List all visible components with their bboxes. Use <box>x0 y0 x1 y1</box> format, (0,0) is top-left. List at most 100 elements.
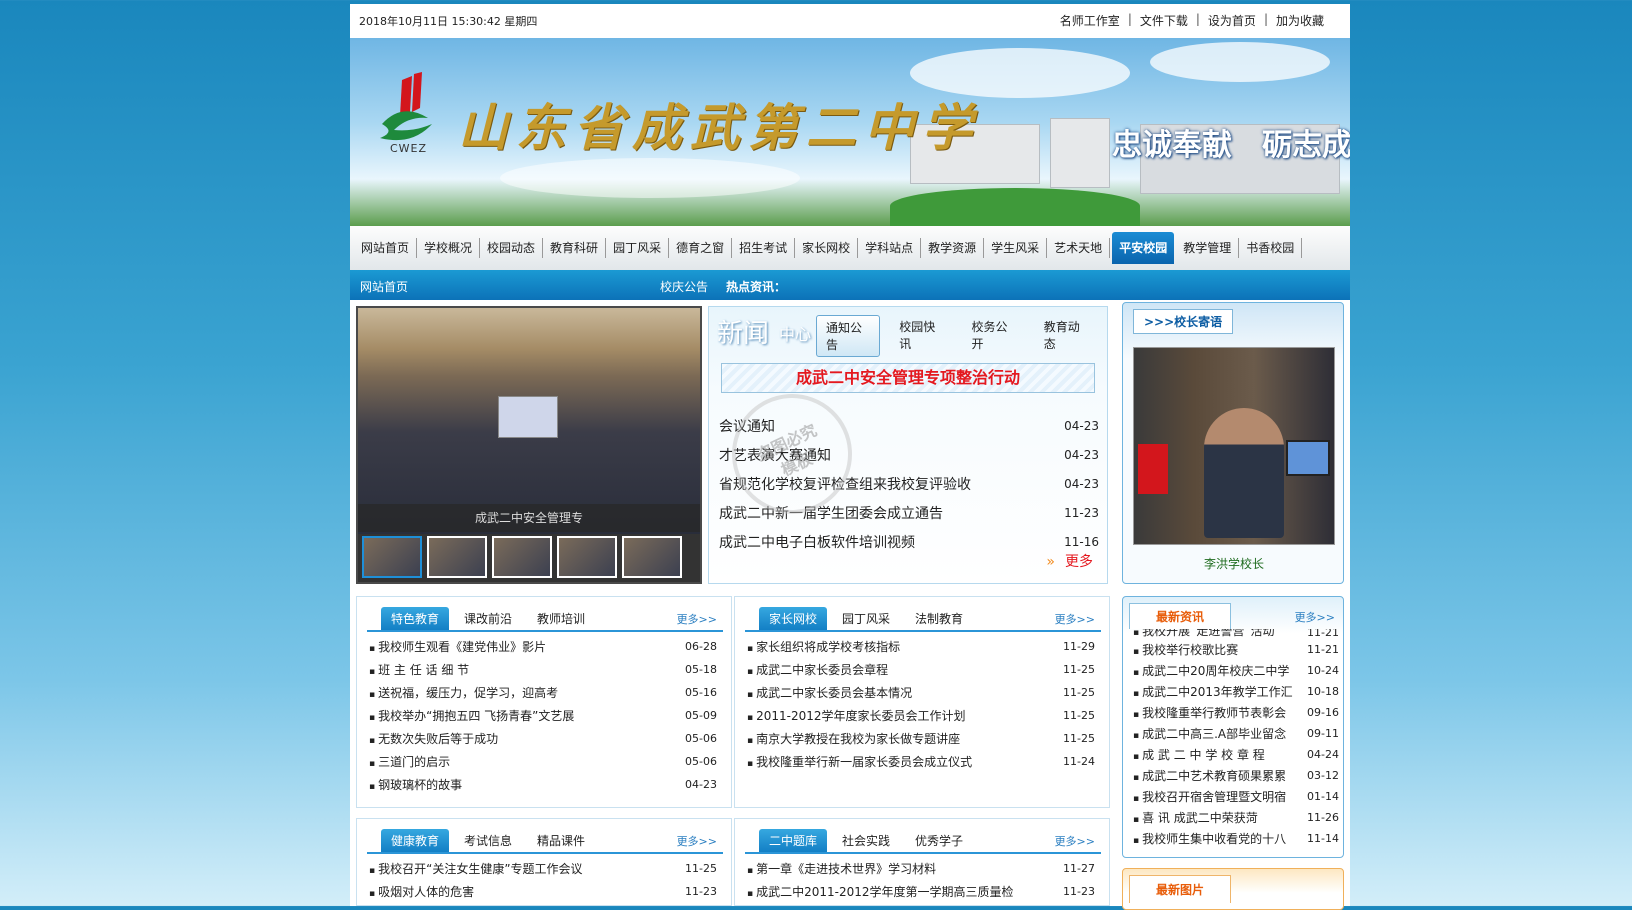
item-title[interactable]: 钢玻璃杯的故事 <box>369 776 462 793</box>
item-title[interactable]: 三道门的启示 <box>369 753 450 770</box>
link-teacher-studio[interactable]: 名师工作室 <box>1060 12 1120 29</box>
tab-education-news[interactable]: 教育动态 <box>1035 315 1097 357</box>
list-item[interactable]: 南京大学教授在我校为家长做专题讲座 11-25 <box>747 727 1099 750</box>
principal-photo[interactable] <box>1133 347 1335 545</box>
list-item[interactable]: 喜 讯 成武二中荣获菏 11-26 <box>1133 807 1339 828</box>
news-title[interactable]: 省规范化学校复评检查组来我校复评验收 <box>719 474 971 494</box>
list-item[interactable]: 成武二中家长委员会基本情况 11-25 <box>747 681 1099 704</box>
list-item[interactable]: 成武二中家长委员会章程 11-25 <box>747 658 1099 681</box>
nav-item-home[interactable]: 网站首页 <box>354 238 418 258</box>
news-headline[interactable]: 成武二中安全管理专项整治行动 <box>721 363 1095 393</box>
item-title[interactable]: 成武二中家长委员会基本情况 <box>747 684 912 701</box>
list-item[interactable]: 我校隆重举行新一届家长委员会成立仪式 11-24 <box>747 750 1099 773</box>
news-more-link[interactable]: » 更多 <box>1046 551 1093 571</box>
item-title[interactable]: 喜 讯 成武二中荣获菏 <box>1133 809 1293 826</box>
list-item[interactable]: 我校开展“走进警营”活动 11-21 <box>1133 629 1339 639</box>
tab-teacher-training[interactable]: 教师培训 <box>527 607 595 630</box>
latest-news-header[interactable]: 最新资讯 <box>1129 603 1231 629</box>
list-item[interactable]: 我校师生集中收看党的十八 11-14 <box>1133 828 1339 849</box>
list-item[interactable]: 省规范化学校复评检查组来我校复评验收 04-23 <box>719 469 1099 498</box>
nav-item-students[interactable]: 学生风采 <box>984 238 1048 258</box>
tab-social-practice[interactable]: 社会实践 <box>832 829 900 852</box>
item-title[interactable]: 成武二中高三.A部毕业留念 <box>1133 725 1293 742</box>
item-title[interactable]: 送祝福，缓压力，促学习，迎高考 <box>369 684 558 701</box>
tab-curriculum-reform[interactable]: 课改前沿 <box>454 607 522 630</box>
tab-legal-education[interactable]: 法制教育 <box>905 607 973 630</box>
slideshow-caption[interactable]: 成武二中安全管理专 <box>358 504 700 532</box>
nav-item-research[interactable]: 教育科研 <box>543 238 607 258</box>
list-item[interactable]: 钢玻璃杯的故事 04-23 <box>369 773 721 796</box>
item-title[interactable]: 成武二中艺术教育硕果累累 <box>1133 767 1293 784</box>
item-title[interactable]: 我校举行校歌比赛 <box>1133 641 1293 658</box>
list-item[interactable]: 吸烟对人体的危害 11-23 <box>369 880 721 903</box>
nav-item-campus-news[interactable]: 校园动态 <box>480 238 544 258</box>
item-title[interactable]: 我校开展“走进警营”活动 <box>1133 629 1293 639</box>
principal-name[interactable]: 李洪学校长 <box>1123 555 1345 572</box>
principal-header[interactable]: >>>校长寄语 <box>1133 309 1234 334</box>
list-item[interactable]: 三道门的启示 05-06 <box>369 750 721 773</box>
nav-item-teachers[interactable]: 园丁风采 <box>606 238 670 258</box>
list-item[interactable]: 第一章《走进技术世界》学习材料 11-27 <box>747 857 1099 880</box>
tab-parent-school[interactable]: 家长网校 <box>759 607 828 630</box>
item-title[interactable]: 我校隆重举行新一届家长委员会成立仪式 <box>747 753 972 770</box>
list-item[interactable]: 我校召开宿舍管理暨文明宿 01-14 <box>1133 786 1339 807</box>
item-title[interactable]: 无数次失败后等于成功 <box>369 730 498 747</box>
link-set-homepage[interactable]: 设为首页 <box>1208 12 1256 29</box>
nav-item-art[interactable]: 艺术天地 <box>1047 238 1111 258</box>
list-item[interactable]: 成 武 二 中 学 校 章 程 04-24 <box>1133 744 1339 765</box>
nav-item-overview[interactable]: 学校概况 <box>417 238 481 258</box>
tab-notices[interactable]: 通知公告 <box>816 315 881 357</box>
nav-item-reading[interactable]: 书香校园 <box>1239 238 1303 258</box>
item-title[interactable]: 家长组织将成学校考核指标 <box>747 638 900 655</box>
list-item[interactable]: 无数次失败后等于成功 05-06 <box>369 727 721 750</box>
list-item[interactable]: 班 主 任 话 细 节 05-18 <box>369 658 721 681</box>
item-title[interactable]: 成武二中2011-2012学年度第一学期高三质量检 <box>747 883 1013 900</box>
nav-item-moral[interactable]: 德育之窗 <box>669 238 733 258</box>
item-title[interactable]: 我校师生观看《建党伟业》影片 <box>369 638 546 655</box>
item-title[interactable]: 我校召开“关注女生健康”专题工作会议 <box>369 860 582 877</box>
tab-courseware[interactable]: 精品课件 <box>527 829 595 852</box>
tab-question-bank[interactable]: 二中题库 <box>759 829 828 852</box>
nav-item-subjects[interactable]: 学科站点 <box>858 238 922 258</box>
item-title[interactable]: 成 武 二 中 学 校 章 程 <box>1133 746 1293 763</box>
tab-top-students[interactable]: 优秀学子 <box>905 829 973 852</box>
tab-health-education[interactable]: 健康教育 <box>381 829 450 852</box>
item-title[interactable]: 成武二中家长委员会章程 <box>747 661 888 678</box>
nav-item-admission[interactable]: 招生考试 <box>732 238 796 258</box>
list-item[interactable]: 成武二中电子白板软件培训视频 11-16 <box>719 527 1099 556</box>
item-title[interactable]: 我校隆重举行教师节表彰会 <box>1133 704 1293 721</box>
item-title[interactable]: 我校举办“拥抱五四 飞扬青春”文艺展 <box>369 707 574 724</box>
slideshow-image[interactable] <box>358 308 700 534</box>
breadcrumb-home[interactable]: 网站首页 <box>360 278 408 295</box>
slideshow-thumb[interactable] <box>492 536 552 578</box>
list-item[interactable]: 成武二中2013年教学工作汇 10-18 <box>1133 681 1339 702</box>
list-item[interactable]: 我校举行校歌比赛 11-21 <box>1133 639 1339 660</box>
list-item[interactable]: 我校举办“拥抱五四 飞扬青春”文艺展 05-09 <box>369 704 721 727</box>
news-title[interactable]: 会议通知 <box>719 416 775 436</box>
list-item[interactable]: 2011-2012学年度家长委员会工作计划 11-25 <box>747 704 1099 727</box>
more-link[interactable]: 更多>> <box>1055 833 1095 849</box>
slideshow-thumb[interactable] <box>362 536 422 578</box>
list-item[interactable]: 成武二中2011-2012学年度第一学期高三质量检 11-23 <box>747 880 1099 903</box>
list-item[interactable]: 我校师生观看《建党伟业》影片 06-28 <box>369 635 721 658</box>
latest-pictures-header[interactable]: 最新图片 <box>1129 875 1231 903</box>
item-title[interactable]: 第一章《走进技术世界》学习材料 <box>747 860 936 877</box>
link-file-download[interactable]: 文件下载 <box>1140 12 1188 29</box>
tab-gardener-style[interactable]: 园丁风采 <box>832 607 900 630</box>
item-title[interactable]: 成武二中2013年教学工作汇 <box>1133 683 1293 700</box>
more-label[interactable]: 更多 <box>1065 554 1093 570</box>
list-item[interactable]: 我校召开“关注女生健康”专题工作会议 11-25 <box>369 857 721 880</box>
nav-item-teaching-mgmt[interactable]: 教学管理 <box>1176 238 1240 258</box>
item-title[interactable]: 2011-2012学年度家长委员会工作计划 <box>747 707 965 724</box>
nav-item-resources[interactable]: 教学资源 <box>921 238 985 258</box>
list-item[interactable]: 成武二中高三.A部毕业留念 09-11 <box>1133 723 1339 744</box>
more-link[interactable]: 更多>> <box>677 611 717 627</box>
list-item[interactable]: 成武二中20周年校庆二中学 10-24 <box>1133 660 1339 681</box>
item-title[interactable]: 吸烟对人体的危害 <box>369 883 474 900</box>
nav-item-safe-campus[interactable]: 平安校园 <box>1112 232 1175 264</box>
link-add-favorite[interactable]: 加为收藏 <box>1276 12 1324 29</box>
item-title[interactable]: 南京大学教授在我校为家长做专题讲座 <box>747 730 960 747</box>
item-title[interactable]: 班 主 任 话 细 节 <box>369 661 469 678</box>
item-title[interactable]: 我校师生集中收看党的十八 <box>1133 830 1293 847</box>
list-item[interactable]: 家长组织将成学校考核指标 11-29 <box>747 635 1099 658</box>
